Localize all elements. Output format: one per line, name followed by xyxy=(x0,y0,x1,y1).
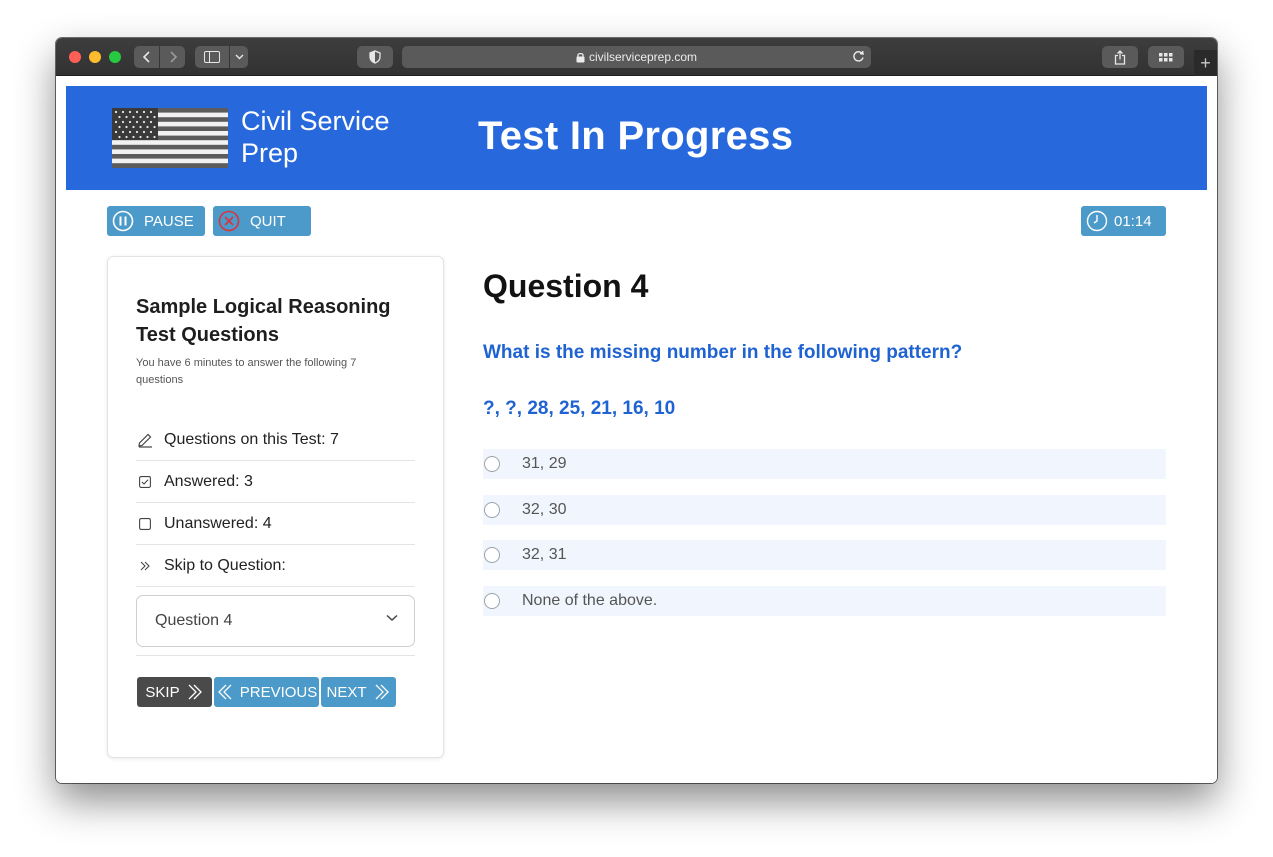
timer-display: 01:14 xyxy=(1081,206,1166,236)
back-button[interactable] xyxy=(134,46,159,68)
question-select-value: Question 4 xyxy=(155,612,233,629)
next-button[interactable]: NEXT xyxy=(321,677,396,707)
skip-button[interactable]: SKIP xyxy=(137,677,212,707)
checkbox-empty-icon xyxy=(136,515,154,533)
browser-toolbar: civilserviceprep.com + xyxy=(56,38,1217,76)
skip-to-question-row: Skip to Question: xyxy=(136,545,415,587)
chevron-right-icon xyxy=(169,51,177,63)
plus-icon: + xyxy=(1200,52,1211,73)
new-tab-button[interactable]: + xyxy=(1194,50,1217,76)
browser-window: civilserviceprep.com + Civil Service Pre… xyxy=(56,38,1217,783)
share-button[interactable] xyxy=(1102,46,1138,68)
unanswered-count-label: Unanswered: 4 xyxy=(164,514,272,532)
privacy-report-button[interactable] xyxy=(357,46,393,68)
skip-label: SKIP xyxy=(145,683,180,701)
answer-option[interactable]: 32, 31 xyxy=(483,540,1166,570)
page-title: Test In Progress xyxy=(478,114,794,158)
answer-option[interactable]: 31, 29 xyxy=(483,449,1166,479)
answer-option-label: None of the above. xyxy=(522,592,658,609)
radio-button[interactable] xyxy=(484,593,500,609)
question-number: Question 4 xyxy=(483,268,649,304)
site-header: Civil Service Prep Test In Progress xyxy=(66,86,1207,190)
chevron-down-icon xyxy=(235,54,243,60)
unanswered-count-row: Unanswered: 4 xyxy=(136,503,415,545)
radio-button[interactable] xyxy=(484,502,500,518)
lock-icon xyxy=(576,52,585,62)
close-window-button[interactable] xyxy=(69,51,81,63)
us-flag-logo xyxy=(112,108,228,168)
questions-count-row: Questions on this Test: 7 xyxy=(136,419,415,461)
address-bar[interactable]: civilserviceprep.com xyxy=(402,46,871,68)
test-title: Sample Logical Reasoning Test Questions xyxy=(136,296,391,346)
pencil-icon xyxy=(136,431,154,449)
radio-button[interactable] xyxy=(484,547,500,563)
tab-overview-button[interactable] xyxy=(1148,46,1184,68)
double-chevron-left-icon xyxy=(217,684,232,700)
test-info-panel: Sample Logical Reasoning Test Questions … xyxy=(107,256,444,758)
next-label: NEXT xyxy=(326,683,367,701)
double-chevron-right-icon xyxy=(375,684,389,700)
sidebar-menu-button[interactable] xyxy=(230,46,248,68)
shield-icon xyxy=(369,50,381,64)
pause-label: PAUSE xyxy=(144,212,194,230)
brand-name[interactable]: Civil Service Prep xyxy=(241,105,421,169)
quit-button[interactable]: QUIT xyxy=(213,206,311,236)
checkbox-checked-icon xyxy=(136,473,154,491)
double-chevron-right-icon xyxy=(136,557,154,575)
previous-button[interactable]: PREVIOUS xyxy=(214,677,319,707)
pause-icon xyxy=(112,210,134,232)
share-icon xyxy=(1114,49,1126,65)
url-text: civilserviceprep.com xyxy=(588,50,698,64)
question-sequence: ?, ?, 28, 25, 21, 16, 10 xyxy=(483,398,676,419)
chevron-left-icon xyxy=(142,51,150,63)
quit-label: QUIT xyxy=(250,212,286,230)
radio-button[interactable] xyxy=(484,456,500,472)
divider xyxy=(136,655,415,656)
previous-label: PREVIOUS xyxy=(239,683,318,701)
clock-icon xyxy=(1086,210,1108,232)
answer-option-label: 32, 30 xyxy=(522,501,567,518)
answered-count-label: Answered: 3 xyxy=(164,472,253,490)
answered-count-row: Answered: 3 xyxy=(136,461,415,503)
web-page: Civil Service Prep Test In Progress PAUS… xyxy=(56,76,1217,783)
answer-option-label: 32, 31 xyxy=(522,546,567,563)
close-circle-icon xyxy=(218,210,240,232)
maximize-window-button[interactable] xyxy=(109,51,121,63)
forward-button[interactable] xyxy=(160,46,185,68)
chevron-down-icon xyxy=(386,614,398,622)
timer-value: 01:14 xyxy=(1114,212,1152,230)
pause-button[interactable]: PAUSE xyxy=(107,206,205,236)
questions-count-label: Questions on this Test: 7 xyxy=(164,430,339,448)
answer-option-label: 31, 29 xyxy=(522,455,567,472)
reload-icon[interactable] xyxy=(852,50,865,63)
minimize-window-button[interactable] xyxy=(89,51,101,63)
answer-option[interactable]: 32, 30 xyxy=(483,495,1166,525)
double-chevron-right-icon xyxy=(188,684,202,700)
sidebar-toggle-button[interactable] xyxy=(195,46,229,68)
answer-option[interactable]: None of the above. xyxy=(483,586,1166,616)
question-text: What is the missing number in the follow… xyxy=(483,342,963,363)
question-select[interactable]: Question 4 xyxy=(136,595,415,647)
skip-to-question-label: Skip to Question: xyxy=(164,556,286,574)
grid-icon xyxy=(1159,52,1173,61)
test-instructions: You have 6 minutes to answer the followi… xyxy=(136,357,357,386)
sidebar-icon xyxy=(204,51,220,63)
